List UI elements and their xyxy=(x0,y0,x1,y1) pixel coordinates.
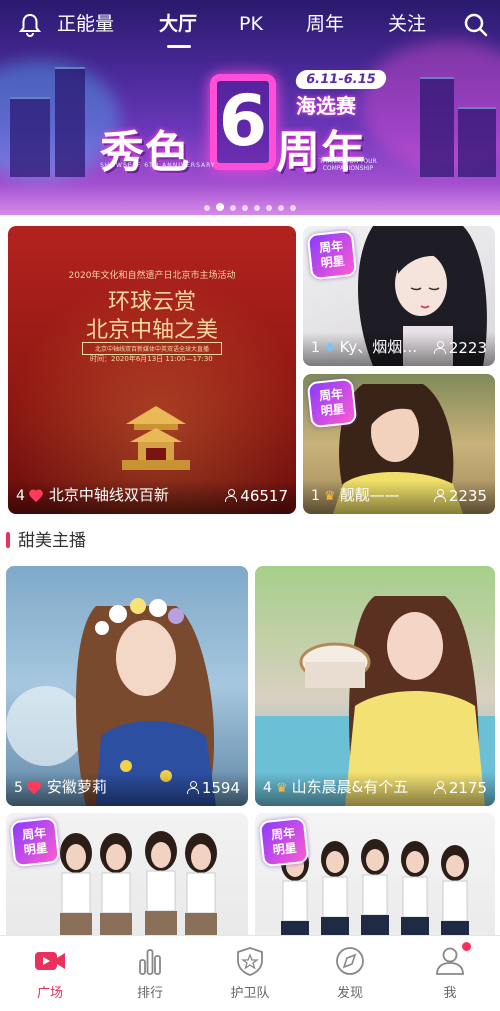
banner-building xyxy=(10,97,50,177)
streamer-name: 安徽萝莉 xyxy=(46,778,107,796)
carousel-dots xyxy=(0,196,500,215)
anniversary-star-badge: 周年 明星 xyxy=(258,816,310,868)
compass-icon xyxy=(336,947,364,975)
tab-label: 发现 xyxy=(336,986,363,1001)
stream-card[interactable]: 5 安徽萝莉 1594 xyxy=(6,566,248,806)
viewer-count: 2175 xyxy=(433,779,487,797)
section-title: 甜美主播 xyxy=(6,526,86,551)
banner-tagline-right: THANKS FOR YOUR COMPANIONSHIP xyxy=(319,158,377,172)
tab-label: 护卫队 xyxy=(230,986,270,1001)
streamer-photo xyxy=(6,598,216,806)
featured-card-small-2[interactable]: 周年 明星 1 ♛ 靓靓—— 2235 xyxy=(303,374,495,514)
banner-tagline-left: SHOWSELF 6TH ANNIVERSARY xyxy=(100,162,216,169)
diamond-icon: ♦ xyxy=(323,341,336,356)
tab-anniversary[interactable]: 周年 xyxy=(306,11,344,37)
heart-icon xyxy=(29,490,43,502)
banner-title-left: 秀色 xyxy=(100,127,190,178)
tab-label: 排行 xyxy=(136,986,163,1001)
crown-icon: ♛ xyxy=(275,781,288,796)
carousel-dot[interactable] xyxy=(204,205,210,211)
shield-icon xyxy=(237,947,263,976)
tab-me[interactable]: 我 xyxy=(400,936,500,1011)
carousel-dot[interactable] xyxy=(278,205,284,211)
banner-dates: 6.11-6.15 xyxy=(294,70,388,89)
carousel-dot[interactable] xyxy=(242,205,248,211)
poster-kicker: 2020年文化和自然遗产日北京市主场活动 xyxy=(68,271,236,281)
level-count: 1 xyxy=(311,339,320,356)
like-count: 5 xyxy=(14,779,23,796)
viewer-value: 46517 xyxy=(240,487,288,505)
drum-tower-illustration xyxy=(122,406,190,470)
anniversary-star-badge: 周年 明星 xyxy=(306,229,358,281)
carousel-dot[interactable] xyxy=(266,205,272,211)
anniversary-star-badge: 周年 明星 xyxy=(306,377,358,429)
search-icon[interactable] xyxy=(463,12,489,38)
viewer-value: 1594 xyxy=(201,779,240,797)
like-count: 4 xyxy=(16,487,25,504)
tab-label: 广场 xyxy=(36,986,63,1001)
anniversary-star-badge: 周年 明星 xyxy=(9,816,61,868)
banner-title-digit: 6 xyxy=(218,80,268,162)
banner-building xyxy=(458,107,496,177)
tab-ranking[interactable]: 排行 xyxy=(100,936,200,1011)
person-icon xyxy=(186,781,199,794)
viewer-count: 46517 xyxy=(225,487,288,505)
tab-plaza[interactable]: 广场 xyxy=(0,936,100,1011)
streamer-name: 北京中轴线双百新 xyxy=(48,486,169,504)
streamer-name: 靓靓—— xyxy=(339,486,400,504)
streamer-photo xyxy=(255,596,495,806)
poster-time: 时间：2020年6月13日 11:00—17:30 xyxy=(90,355,213,363)
carousel-dot[interactable] xyxy=(254,205,260,211)
level-count: 4 xyxy=(263,779,272,796)
section-accent-bar xyxy=(6,532,10,548)
carousel-dot[interactable] xyxy=(290,205,296,211)
tab-discover[interactable]: 发现 xyxy=(300,936,400,1011)
banner-event: 海选赛 xyxy=(296,94,356,118)
banner-building xyxy=(55,67,85,177)
carousel-dot[interactable] xyxy=(230,205,236,211)
heart-icon xyxy=(27,782,41,794)
bottom-tab-bar: 广场 排行 护卫队 发现 我 xyxy=(0,935,500,1010)
tab-guard[interactable]: 护卫队 xyxy=(200,936,300,1011)
tab-hall[interactable]: 大厅 xyxy=(159,11,197,37)
poster-title-line2: 北京中轴之美 xyxy=(85,318,218,343)
person-icon xyxy=(225,489,238,502)
section-title-text: 甜美主播 xyxy=(18,531,86,551)
top-nav: 正能量 大厅 PK 周年 关注 xyxy=(0,0,500,52)
carousel-dot[interactable] xyxy=(216,203,224,211)
featured-card-main[interactable]: 2020年文化和自然遗产日北京市主场活动 环球云赏 北京中轴之美 北京中轴线双百… xyxy=(8,226,296,514)
tab-following[interactable]: 关注 xyxy=(388,11,426,37)
tab-positive-energy[interactable]: 正能量 xyxy=(57,11,114,37)
person-icon xyxy=(433,781,446,794)
viewer-value: 2175 xyxy=(448,779,487,797)
active-tab-indicator xyxy=(167,45,191,48)
level-count: 1 xyxy=(311,487,320,504)
viewer-count: 2235 xyxy=(433,487,487,505)
banner-carousel[interactable]: 正能量 大厅 PK 周年 关注 秀色 6 周年 6.11-6.15 海选赛 SH… xyxy=(0,0,500,215)
crown-icon: ♛ xyxy=(323,489,336,504)
viewer-value: 2235 xyxy=(448,487,487,505)
stream-card[interactable]: 4 ♛ 山东晨晨&有个五 2175 xyxy=(255,566,495,806)
viewer-value: 2223 xyxy=(448,339,487,357)
video-icon xyxy=(35,952,65,970)
tab-label: 我 xyxy=(443,986,457,1001)
streamer-name: Ky、烟烟… xyxy=(339,338,418,356)
tab-pk[interactable]: PK xyxy=(239,11,263,37)
viewer-count: 2223 xyxy=(433,339,487,357)
person-icon xyxy=(433,341,446,354)
person-icon xyxy=(433,489,446,502)
featured-card-small-1[interactable]: 周年 明星 1 ♦ Ky、烟烟… 2223 xyxy=(303,226,495,366)
notification-dot xyxy=(462,942,471,951)
banner-building xyxy=(420,77,454,177)
bell-icon[interactable] xyxy=(18,12,42,38)
chart-icon xyxy=(139,949,161,975)
banner-six-emblem: 6 xyxy=(210,74,276,170)
streamer-name: 山东晨晨&有个五 xyxy=(291,778,409,796)
viewer-count: 1594 xyxy=(186,779,240,797)
person-icon xyxy=(436,947,464,975)
